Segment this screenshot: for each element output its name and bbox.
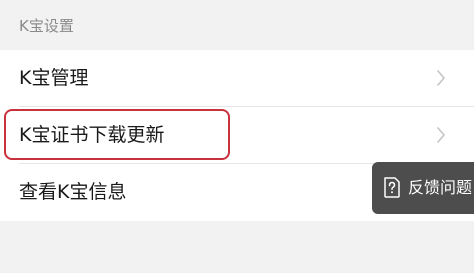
bottom-background xyxy=(0,221,474,273)
section-title: K宝设置 xyxy=(19,17,74,35)
feedback-label: 反馈问题 xyxy=(408,178,473,197)
highlight-outline xyxy=(4,109,230,160)
feedback-question-icon xyxy=(384,177,400,198)
list-item-kbao-management[interactable]: K宝管理 xyxy=(0,50,474,107)
feedback-button[interactable]: 反馈问题 xyxy=(372,162,474,214)
list-item-label: K宝管理 xyxy=(19,67,89,89)
list-item-label: 查看K宝信息 xyxy=(19,181,127,203)
chevron-right-icon xyxy=(437,127,445,143)
chevron-right-icon xyxy=(437,70,445,86)
section-header: K宝设置 xyxy=(0,0,474,50)
